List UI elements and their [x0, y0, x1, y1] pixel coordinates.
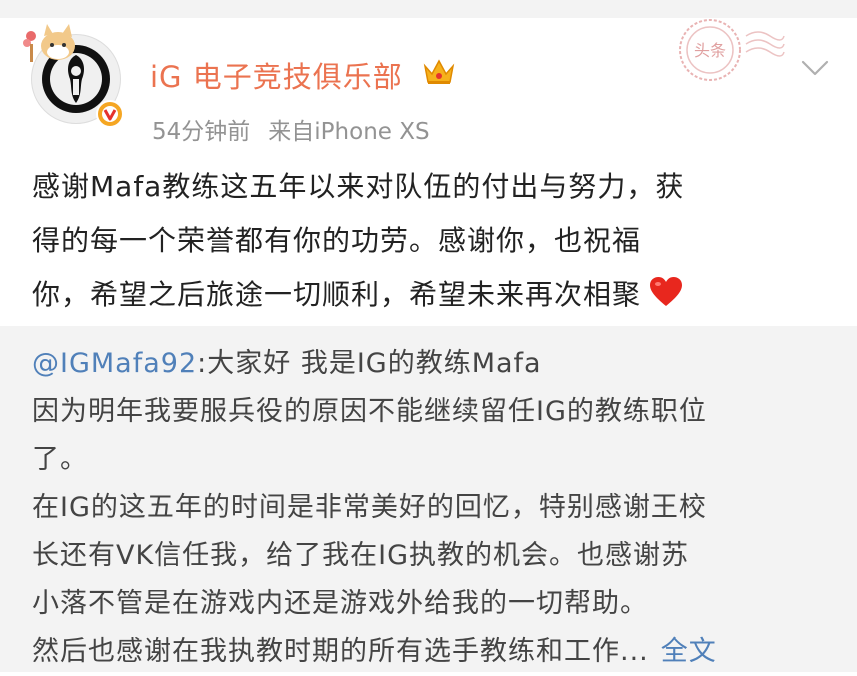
repost-text-line: 长还有VK信任我，给了我在IG执教的机会。也感谢苏 [32, 540, 690, 571]
post-source[interactable]: 来自iPhone XS [268, 119, 429, 145]
repost-block[interactable]: @IGMafa92:大家好 我是IG的教练Mafa 因为明年我要服兵役的原因不能… [0, 326, 857, 672]
full-text-link[interactable]: 全文 [661, 636, 717, 667]
avatar-container[interactable] [22, 22, 134, 137]
crown-icon[interactable] [422, 58, 456, 86]
cat-decoration-icon [23, 24, 75, 62]
post-body: 感谢Mafa教练这五年以来对队伍的付出与努力，获 得的每一个荣誉都有你的功劳。感… [32, 160, 832, 322]
post-text-line: 感谢Mafa教练这五年以来对队伍的付出与努力，获 [32, 170, 685, 203]
repost-text-line: :大家好 我是IG的教练Mafa [197, 348, 542, 379]
stamp-text: 头条 [694, 41, 726, 60]
repost-text-line: 小落不管是在游戏内还是游戏外给我的一切帮助。 [32, 588, 648, 619]
post-text-line: 得的每一个荣誉都有你的功劳。感谢你，也祝福 [32, 224, 642, 257]
repost-text-line: 了。 [32, 444, 88, 475]
vip-verified-icon [96, 100, 124, 128]
repost-text-line: 因为明年我要服兵役的原因不能继续留任IG的教练职位 [32, 396, 707, 427]
toutiao-stamp-icon: 头条 [679, 19, 785, 81]
repost-first-line: @IGMafa92:大家好 我是IG的教练Mafa [32, 340, 832, 388]
repost-last-line: 然后也感谢在我执教时期的所有选手教练和工作... 全文 [32, 628, 832, 676]
repost-text-line: 在IG的这五年的时间是非常美好的回忆，特别感谢王校 [32, 492, 707, 523]
post-meta: 54分钟前 来自iPhone XS [152, 112, 430, 146]
heart-emoji [650, 277, 683, 306]
post-time: 54分钟前 [152, 119, 251, 145]
repost-text: @IGMafa92:大家好 我是IG的教练Mafa 因为明年我要服兵役的原因不能… [32, 340, 832, 676]
mention-link[interactable]: @IGMafa92 [32, 348, 197, 379]
chevron-down-icon[interactable] [800, 58, 830, 78]
author-name[interactable]: iG 电子竞技俱乐部 [150, 54, 403, 96]
repost-text-line: 然后也感谢在我执教时期的所有选手教练和工作... [32, 636, 649, 667]
post-text-line-last: 你，希望之后旅途一切顺利，希望未来再次相聚 [32, 268, 832, 322]
post-text-line: 你，希望之后旅途一切顺利，希望未来再次相聚 [32, 278, 642, 311]
